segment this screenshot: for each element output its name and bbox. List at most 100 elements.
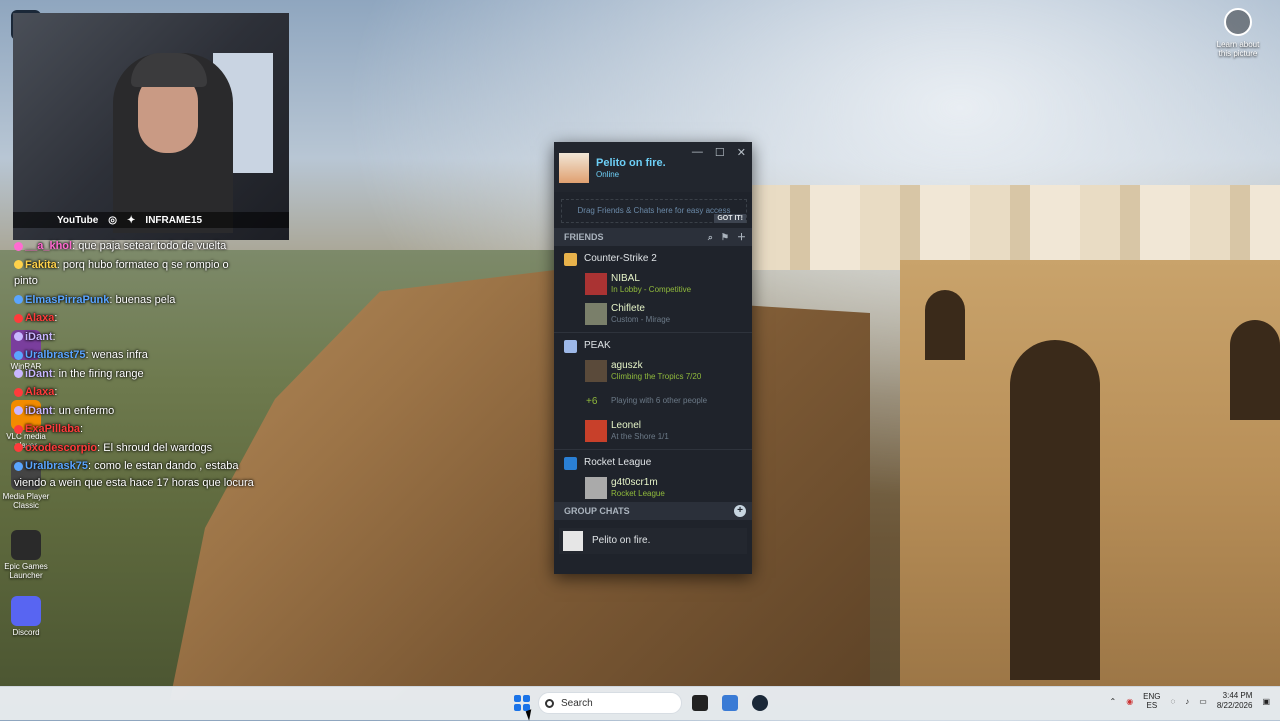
sort-icon[interactable]: ⚑ xyxy=(721,228,729,246)
search-icon xyxy=(545,699,554,708)
friend-status: Rocket League xyxy=(611,489,665,498)
group-chats-header[interactable]: GROUP CHATS + xyxy=(554,502,752,520)
chat-text: : in the firing range xyxy=(52,367,144,380)
chat-username: ExaPillaba xyxy=(25,423,81,435)
friend-name: Leonel xyxy=(611,420,642,431)
friend-list[interactable]: Counter-Strike 2 NIBAL In Lobby - Competit… xyxy=(554,248,752,500)
profile-avatar[interactable] xyxy=(559,153,589,183)
handle-label: INFRAME15 xyxy=(145,214,203,226)
friend-item[interactable]: Leonel At the Shore 1/1 xyxy=(554,417,752,447)
chat-badge-icon xyxy=(14,313,23,323)
battery-icon[interactable]: ▭ xyxy=(1199,697,1207,706)
maximize-button[interactable]: ☐ xyxy=(715,146,725,159)
chat-message: __a_khol: que paja setear todo de vuelta xyxy=(14,238,254,255)
chat-message: iDant: xyxy=(14,329,254,346)
group-separator xyxy=(554,449,752,450)
friend-item[interactable]: +6 Playing with 6 other people xyxy=(554,387,752,417)
chat-username: Alaxa xyxy=(25,386,55,398)
chat-text: : xyxy=(52,330,56,343)
profile-name[interactable]: Pelito on fire. xyxy=(596,157,666,169)
chat-text: : un enfermo xyxy=(52,404,115,417)
chat-username: iDant xyxy=(25,404,53,417)
friend-name: aguszk xyxy=(611,360,643,371)
chat-username: oxodescorpio xyxy=(25,441,98,454)
minimize-button[interactable]: — xyxy=(692,146,703,159)
clock[interactable]: 3:44 PM 8/22/2026 xyxy=(1217,691,1253,712)
volume-icon[interactable]: ♪ xyxy=(1185,697,1189,706)
friends-label: FRIENDS xyxy=(564,232,604,242)
chat-message: iDant: un enfermo xyxy=(14,403,254,420)
friend-item[interactable]: Chiflete Custom - Mirage xyxy=(554,300,752,330)
task-view-icon[interactable] xyxy=(692,695,708,711)
taskbar-search[interactable]: Search xyxy=(538,692,682,714)
friend-item[interactable]: NIBAL In Lobby - Competitive xyxy=(554,270,752,300)
got-it-button[interactable]: GOT IT! xyxy=(714,214,746,223)
chat-badge-icon xyxy=(14,387,23,397)
game-name: PEAK xyxy=(584,340,611,351)
desktop-icon[interactable]: Epic Games Launcher xyxy=(0,530,52,580)
network-icon[interactable]: ◉ xyxy=(1126,697,1133,706)
youtube-label: YouTube xyxy=(57,214,99,226)
friend-status: At the Shore 1/1 xyxy=(611,432,669,441)
chat-message: Alaxa: xyxy=(14,384,254,401)
chat-text: : xyxy=(80,423,84,435)
chat-text: : wenas infra xyxy=(85,349,148,361)
group-separator xyxy=(554,332,752,333)
learn-about-picture[interactable]: Learn about this picture xyxy=(1210,8,1266,58)
webcam-overlay: YouTube ◎ ✦ INFRAME15 xyxy=(13,13,289,240)
chat-message: ExaPillaba: xyxy=(14,421,254,438)
desktop-icon-label: Media Player Classic xyxy=(2,492,50,510)
game-group-header[interactable]: PEAK xyxy=(554,335,752,357)
chat-message: oxodescorpio: El shroud del wardogs xyxy=(14,440,254,457)
chat-badge-icon xyxy=(14,369,23,379)
search-icon[interactable]: ⌕ xyxy=(708,228,713,246)
taskbar: Search ⌃ ◉ ENG ES ◌ ♪ ▭ 3:44 PM 8/22/202… xyxy=(0,686,1280,720)
chat-text: : buenas pela xyxy=(109,293,176,306)
add-group-chat-icon[interactable]: + xyxy=(734,505,746,517)
friend-avatar xyxy=(585,273,607,295)
friend-item[interactable]: aguszk Climbing the Tropics 7/20 xyxy=(554,357,752,387)
desktop-icon[interactable]: Discord xyxy=(0,596,52,637)
friends-header: FRIENDS ⌕ ⚑ ＋ xyxy=(554,228,752,246)
profile-status: Online xyxy=(596,170,620,179)
notification-icon[interactable]: ▣ xyxy=(1262,697,1270,706)
steam-titlebar: — ☐ ✕ Pelito on fire. Online xyxy=(554,142,752,192)
steam-taskbar-icon[interactable] xyxy=(752,695,768,711)
friend-status: In Lobby - Competitive xyxy=(611,285,692,294)
start-button[interactable] xyxy=(514,695,530,711)
chat-text: : xyxy=(54,312,58,324)
friend-status: Playing with 6 other people xyxy=(611,396,708,405)
wifi-icon[interactable]: ◌ xyxy=(1171,697,1176,706)
chat-badge-icon xyxy=(14,295,23,305)
game-name: Rocket League xyxy=(584,457,652,468)
chat-message: Uralbrast75: wenas infra xyxy=(14,347,254,364)
app-icon xyxy=(11,596,41,626)
friend-name: +6 xyxy=(586,396,598,407)
game-group-header[interactable]: Rocket League xyxy=(554,452,752,474)
app-icon xyxy=(11,530,41,560)
app-icon[interactable] xyxy=(722,695,738,711)
language-indicator[interactable]: ENG ES xyxy=(1143,692,1160,711)
bridge-background xyxy=(900,260,1280,690)
game-group-header[interactable]: Counter-Strike 2 xyxy=(554,248,752,270)
friend-status: Custom - Mirage xyxy=(611,315,671,324)
chat-username: Fakita xyxy=(25,258,57,271)
group-chat-item[interactable]: Pelito on fire. xyxy=(559,528,747,554)
chevron-up-icon[interactable]: ⌃ xyxy=(1109,697,1116,706)
chat-badge-icon xyxy=(14,424,23,434)
camera-icon xyxy=(1224,8,1252,36)
instagram-icon: ◎ xyxy=(108,214,118,226)
time-label: 3:44 PM xyxy=(1222,691,1253,700)
group-chats-label: GROUP CHATS xyxy=(564,506,630,516)
close-button[interactable]: ✕ xyxy=(737,146,746,159)
group-chat-avatar xyxy=(563,531,583,551)
chat-username: __a_khol xyxy=(25,240,73,252)
chat-text: : El shroud del wardogs xyxy=(97,441,213,454)
system-tray: ⌃ ◉ ENG ES ◌ ♪ ▭ 3:44 PM 8/22/2026 ▣ xyxy=(1109,691,1270,712)
friend-item[interactable]: g4t0scr1m Rocket League xyxy=(554,474,752,500)
friend-avatar xyxy=(585,303,607,325)
game-icon xyxy=(564,253,577,266)
add-friend-icon[interactable]: ＋ xyxy=(737,228,746,246)
chat-text: : que paja setear todo de vuelta xyxy=(72,240,227,252)
chat-badge-icon xyxy=(14,332,23,342)
